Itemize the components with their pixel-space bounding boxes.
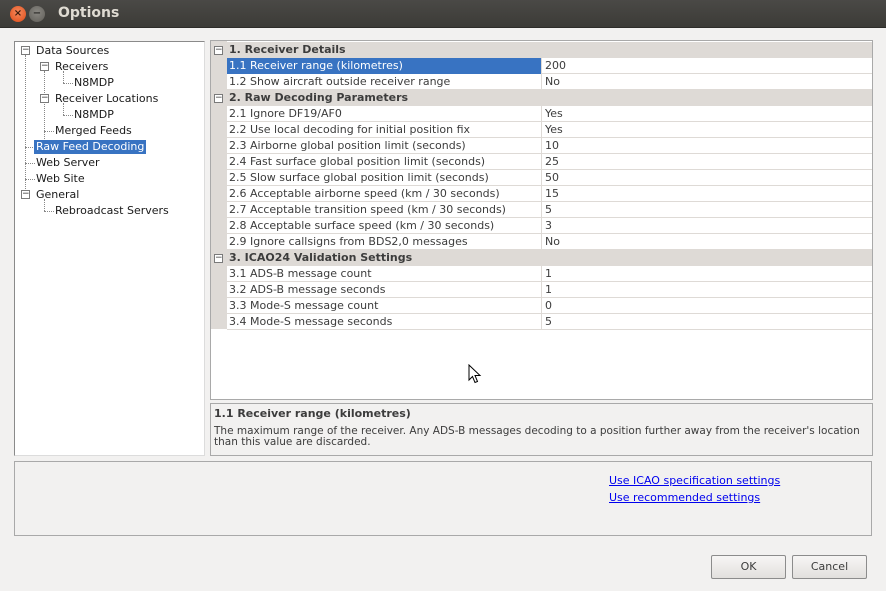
minimize-icon[interactable]: − xyxy=(29,6,45,22)
property-value[interactable]: 3 xyxy=(545,218,552,234)
tree-item-receivers[interactable]: Receivers xyxy=(55,60,108,74)
collapse-icon[interactable]: − xyxy=(21,46,30,55)
description-title: 1.1 Receiver range (kilometres) xyxy=(214,407,411,420)
property-value[interactable]: 200 xyxy=(545,58,566,74)
category-receiver-details[interactable]: − 1. Receiver Details xyxy=(211,42,872,58)
property-name: 1.2 Show aircraft outside receiver range xyxy=(227,74,542,90)
property-name: 3.3 Mode-S message count xyxy=(227,298,542,314)
property-value[interactable]: 1 xyxy=(545,266,552,282)
window-titlebar: × − Options xyxy=(0,0,886,28)
property-row[interactable]: 1.2 Show aircraft outside receiver range… xyxy=(227,74,872,90)
property-row[interactable]: 2.4 Fast surface global position limit (… xyxy=(227,154,872,170)
property-row[interactable]: 2.5 Slow surface global position limit (… xyxy=(227,170,872,186)
property-value[interactable]: Yes xyxy=(545,106,563,122)
cancel-button[interactable]: Cancel xyxy=(792,555,867,579)
property-row[interactable]: 3.1 ADS-B message count 1 xyxy=(227,266,872,282)
property-value[interactable]: Yes xyxy=(545,122,563,138)
tree-item-merged-feeds[interactable]: Merged Feeds xyxy=(55,124,132,138)
category-title: 1. Receiver Details xyxy=(229,43,346,56)
property-row[interactable]: 1.1 Receiver range (kilometres) 200 xyxy=(227,58,872,74)
category-icao24-validation-settings[interactable]: − 3. ICAO24 Validation Settings xyxy=(211,250,872,266)
settings-links-panel: Use ICAO specification settings Use reco… xyxy=(14,461,872,536)
property-value[interactable]: No xyxy=(545,74,560,90)
tree-item-receiver-locations[interactable]: Receiver Locations xyxy=(55,92,158,106)
property-description-panel: 1.1 Receiver range (kilometres) The maxi… xyxy=(210,403,873,456)
property-row[interactable]: 2.9 Ignore callsigns from BDS2,0 message… xyxy=(227,234,872,250)
ok-button[interactable]: OK xyxy=(711,555,786,579)
tree-line xyxy=(25,163,35,164)
property-name: 2.1 Ignore DF19/AF0 xyxy=(227,106,542,122)
property-row[interactable]: 2.6 Acceptable airborne speed (km / 30 s… xyxy=(227,186,872,202)
property-name: 2.4 Fast surface global position limit (… xyxy=(227,154,542,170)
tree-item-rebroadcast-servers[interactable]: Rebroadcast Servers xyxy=(55,204,169,218)
property-name: 1.1 Receiver range (kilometres) xyxy=(227,58,542,74)
tree-item-web-site[interactable]: Web Site xyxy=(36,172,85,186)
tree-item-receiver-n8mdp[interactable]: N8MDP xyxy=(74,76,114,90)
tree-line xyxy=(44,131,54,132)
property-value[interactable]: 5 xyxy=(545,314,552,330)
property-value[interactable]: No xyxy=(545,234,560,250)
collapse-icon[interactable]: − xyxy=(214,46,223,55)
grid-gutter xyxy=(211,41,227,329)
tree-line xyxy=(25,179,35,180)
property-row[interactable]: 3.4 Mode-S message seconds 5 xyxy=(227,314,872,330)
property-value[interactable]: 15 xyxy=(545,186,559,202)
category-title: 3. ICAO24 Validation Settings xyxy=(229,251,413,264)
property-row[interactable]: 3.2 ADS-B message seconds 1 xyxy=(227,282,872,298)
property-value[interactable]: 50 xyxy=(545,170,559,186)
property-name: 2.3 Airborne global position limit (seco… xyxy=(227,138,542,154)
tree-item-location-n8mdp[interactable]: N8MDP xyxy=(74,108,114,122)
property-row[interactable]: 2.8 Acceptable surface speed (km / 30 se… xyxy=(227,218,872,234)
tree-line xyxy=(63,83,73,84)
use-recommended-settings-link[interactable]: Use recommended settings xyxy=(609,491,760,504)
property-row[interactable]: 2.3 Airborne global position limit (seco… xyxy=(227,138,872,154)
collapse-icon[interactable]: − xyxy=(214,254,223,263)
description-text: The maximum range of the receiver. Any A… xyxy=(214,425,860,448)
collapse-icon[interactable]: − xyxy=(214,94,223,103)
property-row[interactable]: 2.7 Acceptable transition speed (km / 30… xyxy=(227,202,872,218)
property-row[interactable]: 3.3 Mode-S message count 0 xyxy=(227,298,872,314)
property-name: 2.7 Acceptable transition speed (km / 30… xyxy=(227,202,542,218)
property-value[interactable]: 5 xyxy=(545,202,552,218)
property-row[interactable]: 2.2 Use local decoding for initial posit… xyxy=(227,122,872,138)
property-name: 2.9 Ignore callsigns from BDS2,0 message… xyxy=(227,234,542,250)
property-name: 2.6 Acceptable airborne speed (km / 30 s… xyxy=(227,186,542,202)
collapse-icon[interactable]: − xyxy=(40,94,49,103)
tree-line xyxy=(44,71,45,147)
options-tree[interactable]: − Data Sources − Receivers N8MDP − Recei… xyxy=(14,41,205,456)
property-name: 2.2 Use local decoding for initial posit… xyxy=(227,122,542,138)
category-title: 2. Raw Decoding Parameters xyxy=(229,91,409,104)
tree-line xyxy=(44,211,54,212)
tree-item-web-server[interactable]: Web Server xyxy=(36,156,100,170)
property-value[interactable]: 25 xyxy=(545,154,559,170)
tree-line xyxy=(63,115,73,116)
tree-item-raw-feed-decoding[interactable]: Raw Feed Decoding xyxy=(34,140,147,154)
property-name: 3.2 ADS-B message seconds xyxy=(227,282,542,298)
collapse-icon[interactable]: − xyxy=(21,190,30,199)
category-raw-decoding-parameters[interactable]: − 2. Raw Decoding Parameters xyxy=(211,90,872,106)
property-value[interactable]: 1 xyxy=(545,282,552,298)
tree-item-general[interactable]: General xyxy=(36,188,79,202)
property-name: 3.1 ADS-B message count xyxy=(227,266,542,282)
use-icao-settings-link[interactable]: Use ICAO specification settings xyxy=(609,474,780,487)
property-value[interactable]: 10 xyxy=(545,138,559,154)
property-grid[interactable]: − 1. Receiver Details 1.1 Receiver range… xyxy=(210,40,873,400)
property-name: 2.5 Slow surface global position limit (… xyxy=(227,170,542,186)
window-title: Options xyxy=(58,5,120,21)
tree-line xyxy=(25,55,26,197)
collapse-icon[interactable]: − xyxy=(40,62,49,71)
close-icon[interactable]: × xyxy=(10,6,26,22)
property-name: 2.8 Acceptable surface speed (km / 30 se… xyxy=(227,218,542,234)
property-row[interactable]: 2.1 Ignore DF19/AF0 Yes xyxy=(227,106,872,122)
property-name: 3.4 Mode-S message seconds xyxy=(227,314,542,330)
property-value[interactable]: 0 xyxy=(545,298,552,314)
tree-item-data-sources[interactable]: Data Sources xyxy=(36,44,109,58)
arrow-cursor-icon xyxy=(468,364,482,384)
